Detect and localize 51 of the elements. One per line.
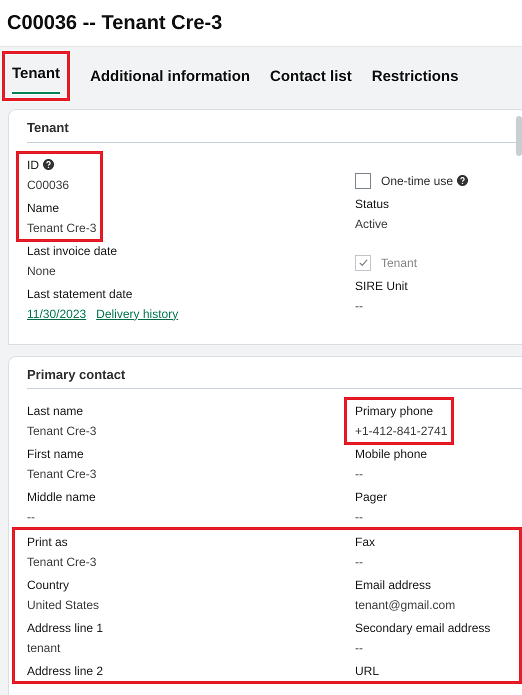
field-label: Email address: [355, 577, 432, 594]
field-label: Primary phone: [355, 403, 434, 420]
checkbox-label: One-time use: [381, 172, 454, 190]
field-value: Tenant Cre-3: [27, 220, 96, 236]
tab[interactable]: Tenant: [12, 60, 60, 94]
field-value: --: [27, 509, 35, 526]
link[interactable]: 11/30/2023: [27, 304, 86, 322]
field-value: tenant@gmail.com: [355, 597, 456, 614]
field-label: Middle name: [27, 489, 96, 506]
field-value: United States: [27, 597, 100, 614]
field-value: --: [355, 466, 363, 483]
field-label: Pager: [355, 489, 388, 506]
field-label: Last statement date: [27, 286, 132, 302]
field-label: Address line 1: [27, 620, 104, 637]
help-icon[interactable]: [43, 159, 54, 170]
field-label: Country: [27, 577, 70, 594]
field-value: tenant: [27, 640, 60, 657]
field-label: Mobile phone: [355, 446, 428, 463]
field-label: Address line 2: [27, 663, 104, 680]
help-icon[interactable]: [457, 175, 468, 186]
field-value: C00036: [27, 176, 70, 194]
checkbox-label: Tenant: [381, 254, 418, 272]
field-label: Fax: [355, 534, 376, 551]
field-label: Status: [355, 196, 390, 212]
field-value: None: [27, 262, 56, 280]
field-label: Last invoice date: [27, 242, 118, 260]
field-value: Active: [355, 216, 388, 232]
page-title: C00036 -- Tenant Cre-3: [7, 11, 222, 36]
scrollbar: [516, 116, 522, 156]
tab[interactable]: Additional information: [90, 63, 250, 97]
field-value: +1-412-841-2741: [355, 423, 448, 440]
field-value: --: [355, 640, 363, 657]
checkbox[interactable]: [355, 172, 371, 188]
link[interactable]: Delivery history: [96, 304, 178, 322]
field-value: Tenant Cre-3: [27, 423, 96, 440]
field-label: Print as: [27, 534, 68, 551]
field-value: --: [355, 298, 363, 314]
field-label: URL: [355, 663, 380, 680]
field-label: Last name: [27, 403, 84, 420]
field-value: --: [355, 509, 363, 526]
field-label: Secondary email address: [355, 620, 490, 637]
field-value: Tenant Cre-3: [27, 554, 96, 571]
field-label: SIRE Unit: [355, 278, 408, 294]
tab[interactable]: Restrictions: [372, 63, 458, 97]
field-label: First name: [27, 446, 84, 463]
field-value: Tenant Cre-3: [27, 466, 96, 483]
field-value: --: [355, 554, 363, 571]
field-label: Name: [27, 200, 60, 216]
field-label: ID: [27, 156, 39, 174]
section-title: Primary contact: [27, 364, 522, 389]
tab[interactable]: Contact list: [270, 63, 352, 97]
